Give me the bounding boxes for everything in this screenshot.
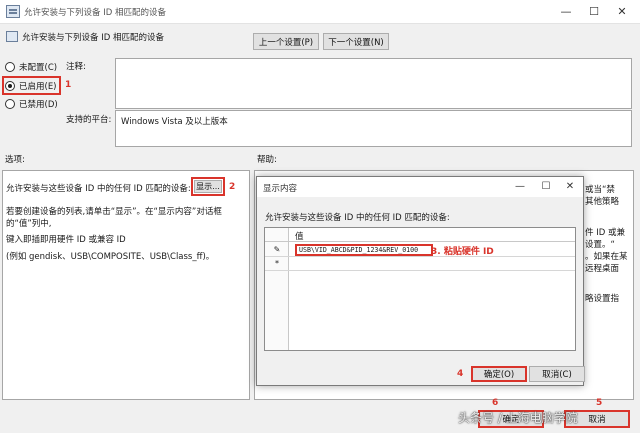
value-column-header[interactable]: 值 — [295, 230, 304, 242]
radio-label: 已禁用(D) — [19, 100, 58, 110]
help-fragment: 略设置指 — [585, 294, 620, 304]
policy-setting-icon — [6, 31, 18, 42]
close-icon[interactable]: ✕ — [608, 2, 636, 22]
help-section-label: 帮助: — [257, 155, 277, 165]
window-title: 允许安装与下列设备 ID 相匹配的设备 — [24, 8, 166, 18]
table-row[interactable]: ✎ USB\VID_ABCD&PID_1234&REV_0100 — [265, 243, 575, 257]
radio-circle[interactable] — [5, 99, 15, 109]
help-fragment: 。如果在某 — [585, 252, 628, 262]
radio-not-configured[interactable]: 未配置(C) — [5, 60, 57, 74]
radio-enabled[interactable]: 已启用(E) — [5, 79, 57, 93]
options-description-2: 的“值”列中, — [6, 219, 52, 229]
dialog-cancel-button[interactable]: 取消(C) — [529, 366, 585, 382]
annotation-5: 5 — [596, 398, 603, 408]
supported-platform-label: 支持的平台: — [66, 115, 112, 125]
show-contents-dialog: 显示内容 — ☐ ✕ 允许安装与这些设备 ID 中的任何 ID 匹配的设备: 值… — [256, 176, 585, 386]
radio-circle-selected[interactable] — [5, 81, 15, 91]
supported-platform-box: Windows Vista 及以上版本 — [115, 110, 632, 147]
value-grid: 值 ✎ USB\VID_ABCD&PID_1234&REV_0100 * — [264, 227, 576, 351]
new-row-icon: * — [275, 259, 279, 268]
annotation-3: 3. 粘贴硬件 ID — [431, 247, 494, 257]
help-fragment: 设置。“ — [585, 240, 615, 250]
help-fragment: 或当“禁 — [585, 185, 615, 195]
maximize-icon[interactable]: ☐ — [580, 2, 608, 22]
options-description-1: 若要创建设备的列表,请单击“显示”。在“显示内容”对话框 — [6, 207, 222, 217]
grid-header: 值 — [265, 228, 575, 242]
dialog-maximize-icon[interactable]: ☐ — [533, 177, 559, 197]
dialog-title: 显示内容 — [263, 184, 298, 194]
radio-label: 未配置(C) — [19, 63, 58, 73]
value-cell-input[interactable]: USB\VID_ABCD&PID_1234&REV_0100 — [295, 244, 433, 256]
dialog-title-bar: 显示内容 — ☐ ✕ — [257, 177, 583, 197]
next-setting-button[interactable]: 下一个设置(N) — [323, 33, 389, 50]
options-description-3: 键入即插即用硬件 ID 或兼容 ID — [6, 235, 126, 245]
comment-label: 注释: — [66, 62, 86, 72]
radio-disabled[interactable]: 已禁用(D) — [5, 97, 58, 111]
annotation-4: 4 — [457, 369, 464, 379]
policy-editor-window: 允许安装与下列设备 ID 相匹配的设备 — ☐ ✕ 允许安装与下列设备 ID 相… — [0, 0, 640, 433]
dialog-prompt: 允许安装与这些设备 ID 中的任何 ID 匹配的设备: — [265, 213, 450, 223]
options-section-label: 选项: — [5, 155, 25, 165]
annotation-2: 2 — [229, 182, 236, 192]
supported-platform-value: Windows Vista 及以上版本 — [121, 117, 228, 127]
options-description-4: (例如 gendisk、USB\COMPOSITE、USB\Class_ff)。 — [6, 252, 215, 262]
dialog-minimize-icon[interactable]: — — [507, 177, 533, 197]
minimize-icon[interactable]: — — [552, 2, 580, 22]
help-fragment: 其他策略 — [585, 197, 620, 207]
prev-setting-button[interactable]: 上一个设置(P) — [253, 33, 319, 50]
annotation-6: 6 — [492, 398, 499, 408]
policy-app-icon — [6, 5, 20, 18]
value-cell-empty[interactable] — [295, 258, 565, 270]
help-fragment: 件 ID 或兼 — [585, 228, 625, 238]
help-fragment: 远程桌面 — [585, 264, 620, 274]
policy-heading: 允许安装与下列设备 ID 相匹配的设备 — [22, 33, 164, 43]
dialog-ok-button[interactable]: 确定(O) — [471, 366, 527, 382]
dialog-close-icon[interactable]: ✕ — [557, 177, 583, 197]
edit-row-icon: ✎ — [273, 245, 281, 254]
device-id-list-label: 允许安装与这些设备 ID 中的任何 ID 匹配的设备: — [6, 184, 191, 194]
table-row[interactable]: * — [265, 257, 575, 271]
comment-textarea[interactable] — [115, 58, 632, 109]
watermark: 头条号 / 上海电脑学院 — [458, 411, 578, 425]
title-bar: 允许安装与下列设备 ID 相匹配的设备 — ☐ ✕ — [0, 0, 640, 24]
radio-label: 已启用(E) — [19, 82, 57, 92]
annotation-1: 1 — [65, 80, 72, 90]
radio-circle[interactable] — [5, 62, 15, 72]
show-button[interactable]: 显示... — [194, 180, 222, 193]
